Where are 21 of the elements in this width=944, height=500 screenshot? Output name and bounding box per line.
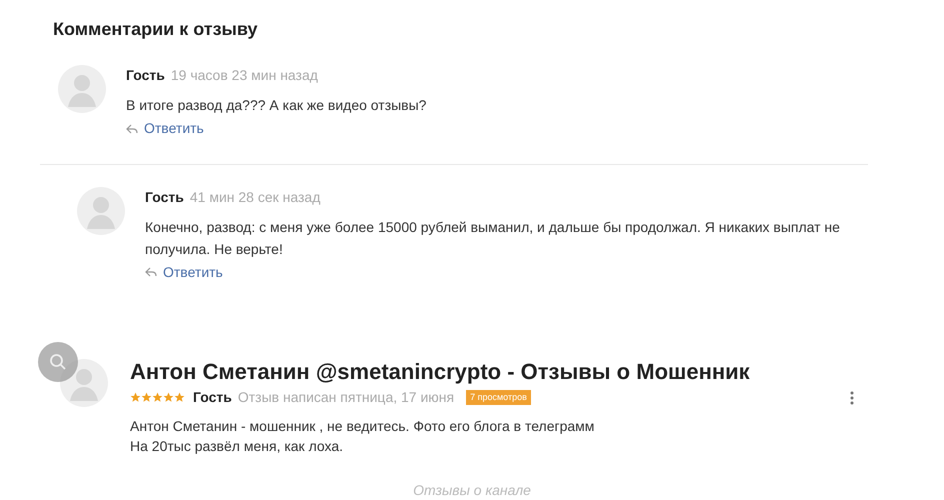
author-name: Гость [145, 188, 184, 204]
comment-text: В итоге развод да??? А как же видео отзывы? [126, 96, 428, 115]
review-title: Антон Сметанин @smetanincrypto - Отзывы о Мошенник [130, 359, 751, 385]
reply-icon [126, 124, 138, 134]
comment-text: Конечно, развод: с меня уже более 15000 рублей выманил, и дальше бы продолжал. Я никаких выплат не получила. Не верьте! [145, 218, 841, 259]
avatar-icon [58, 65, 106, 113]
more-menu-icon[interactable] [850, 390, 854, 404]
author-name: Гость [193, 388, 232, 407]
section-heading: Комментарии к отзыву [53, 18, 259, 41]
views-badge: 7 просмотров [466, 390, 531, 406]
search-icon [49, 353, 67, 371]
review-text: На 20тыс развёл меня, как лоха. [130, 437, 344, 456]
review-date: Отзыв написан пятница, 17 июня [238, 388, 454, 407]
author-name: Гость [126, 67, 165, 83]
reply-link[interactable]: Ответить [126, 118, 204, 139]
avatar-icon [77, 186, 125, 234]
comment-time: 19 часов 23 мин назад [170, 67, 318, 83]
reply-link[interactable]: Ответить [145, 262, 223, 282]
comment-time: 41 мин 28 сек назад [190, 188, 320, 204]
review-text: Антон Сметанин - мошенник , не ведитесь. Фото его блога в телеграмм [130, 417, 596, 436]
reply-icon [145, 267, 157, 277]
